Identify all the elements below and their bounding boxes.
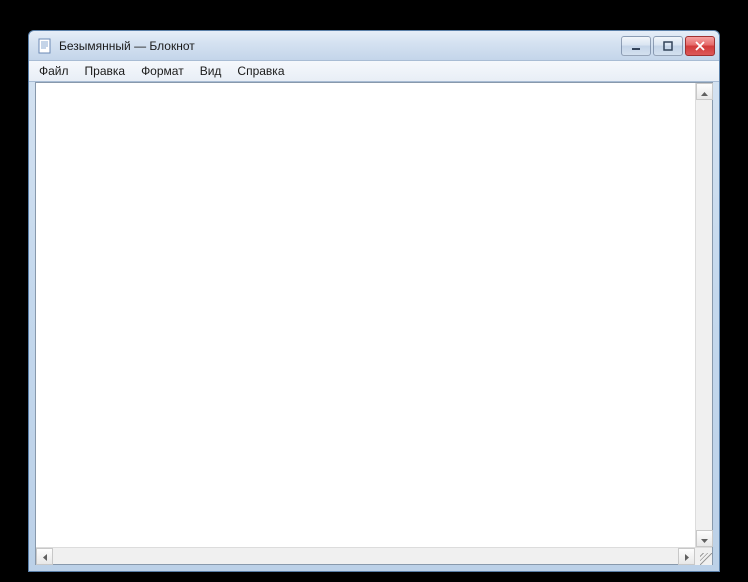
menu-format[interactable]: Формат <box>133 61 192 81</box>
scroll-track-horizontal[interactable] <box>53 548 678 564</box>
titlebar[interactable]: Безымянный — Блокнот <box>29 31 719 61</box>
chevron-left-icon <box>43 550 47 564</box>
menubar: Файл Правка Формат Вид Справка <box>29 61 719 82</box>
scroll-down-button[interactable] <box>696 530 713 547</box>
horizontal-scrollbar[interactable] <box>36 548 695 564</box>
chevron-up-icon <box>701 85 708 99</box>
menu-help[interactable]: Справка <box>229 61 292 81</box>
close-button[interactable] <box>685 36 715 56</box>
window-title: Безымянный — Блокнот <box>59 39 621 53</box>
chevron-right-icon <box>685 550 689 564</box>
notepad-icon <box>37 38 53 54</box>
maximize-icon <box>663 41 673 51</box>
grip-icon <box>700 553 712 565</box>
menu-edit[interactable]: Правка <box>77 61 134 81</box>
vertical-scrollbar[interactable] <box>695 83 712 547</box>
scroll-track-vertical[interactable] <box>696 100 712 530</box>
menu-view[interactable]: Вид <box>192 61 230 81</box>
scroll-up-button[interactable] <box>696 83 713 100</box>
scroll-right-button[interactable] <box>678 548 695 565</box>
editor-frame <box>35 82 713 565</box>
minimize-icon <box>631 41 641 51</box>
notepad-window: Безымянный — Блокнот Файл Правка Формат <box>28 30 720 572</box>
menu-file[interactable]: Файл <box>31 61 77 81</box>
close-icon <box>695 41 705 51</box>
minimize-button[interactable] <box>621 36 651 56</box>
window-controls <box>621 36 715 56</box>
resize-grip[interactable] <box>695 548 712 565</box>
text-editor[interactable] <box>36 83 695 547</box>
scroll-left-button[interactable] <box>36 548 53 565</box>
chevron-down-icon <box>701 532 708 546</box>
maximize-button[interactable] <box>653 36 683 56</box>
